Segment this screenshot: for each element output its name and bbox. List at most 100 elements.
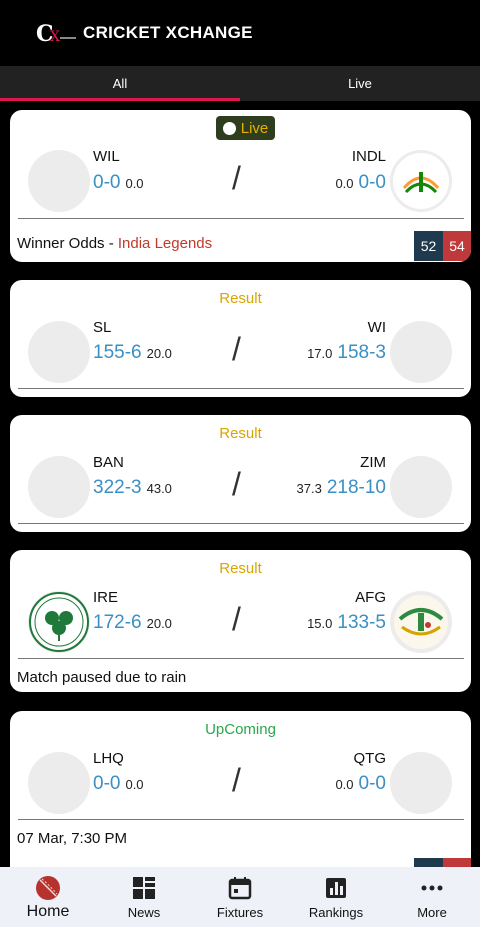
match-card[interactable]: Result SL WI 155-6 20.0 17.0 158-3 / xyxy=(10,280,471,397)
nav-fixtures[interactable]: Fixtures xyxy=(192,867,288,927)
nav-news[interactable]: News xyxy=(96,867,192,927)
bar-chart-icon xyxy=(324,875,348,901)
nav-rankings[interactable]: Rankings xyxy=(288,867,384,927)
team-right-overs: 0.0 xyxy=(335,176,354,191)
match-status: Result xyxy=(219,560,262,577)
nav-home[interactable]: Home xyxy=(0,867,96,927)
nav-more[interactable]: More xyxy=(384,867,480,927)
match-status: UpComing xyxy=(205,721,276,738)
team-logo-right xyxy=(390,150,452,212)
team-right-overs: 17.0 xyxy=(307,346,333,361)
tab-all[interactable]: All xyxy=(0,66,240,101)
live-dot-icon xyxy=(222,121,236,135)
tab-live[interactable]: Live xyxy=(240,66,480,101)
team-left-overs: 20.0 xyxy=(146,616,172,631)
card-divider xyxy=(18,523,464,524)
match-note: Match paused due to rain xyxy=(17,669,187,686)
team-logo-left xyxy=(28,456,90,518)
match-status: Result xyxy=(219,425,262,442)
team-right-score-row: 0.0 0-0 xyxy=(335,172,386,194)
app-root: C X CRICKET XCHANGE All Live Live WIL IN… xyxy=(0,0,480,927)
team-right-score-row: 17.0 158-3 xyxy=(307,342,386,364)
team-left-overs: 0.0 xyxy=(125,777,144,792)
team-left-score: 322-3 xyxy=(93,477,142,498)
team-logo-right xyxy=(390,456,452,518)
team-logo-right xyxy=(390,321,452,383)
team-left-score-row: 0-0 0.0 xyxy=(93,773,144,795)
vs-separator: / xyxy=(232,601,241,637)
team-left-score-row: 0-0 0.0 xyxy=(93,172,144,194)
team-right-name: AFG xyxy=(355,589,386,606)
card-divider xyxy=(18,218,464,219)
match-date: 07 Mar, 7:30 PM xyxy=(17,830,128,847)
team-logo-left xyxy=(28,591,90,653)
nav-more-label: More xyxy=(417,905,447,920)
app-title: CRICKET XCHANGE xyxy=(83,23,253,42)
vs-separator: / xyxy=(232,331,241,367)
odds-box: 52 54 xyxy=(414,231,471,261)
card-divider xyxy=(18,819,464,820)
live-badge: Live xyxy=(216,116,275,140)
team-right-name: WI xyxy=(367,319,386,336)
match-card[interactable]: Live WIL INDL 0-0 0.0 0.0 0-0 / Winner O… xyxy=(10,110,471,262)
news-grid-icon xyxy=(132,875,156,901)
favourite-team: India Legends xyxy=(117,235,213,252)
nav-news-label: News xyxy=(127,905,161,920)
match-filter-tabs: All Live xyxy=(0,66,480,101)
team-left-name: LHQ xyxy=(93,750,124,767)
team-left-overs: 43.0 xyxy=(146,481,172,496)
team-right-name: QTG xyxy=(353,750,387,767)
vs-separator: / xyxy=(232,762,241,798)
team-logo-left xyxy=(28,752,90,814)
app-header: C X CRICKET XCHANGE xyxy=(0,0,480,66)
odds-lay-value[interactable]: 54 xyxy=(443,231,471,261)
card-divider xyxy=(18,658,464,659)
team-right-overs: 0.0 xyxy=(335,777,354,792)
team-right-score: 133-5 xyxy=(337,612,386,633)
winner-odds-text: Winner Odds - India Legends xyxy=(17,235,212,252)
team-left-score: 0-0 xyxy=(93,172,121,193)
afghanistan-cricket-logo-icon xyxy=(394,595,448,649)
team-right-score-row: 0.0 0-0 xyxy=(335,773,386,795)
team-right-score: 0-0 xyxy=(358,773,386,794)
bottom-navigation: Home News Fixtures Rankings More xyxy=(0,867,480,927)
card-divider xyxy=(18,388,464,389)
team-logo-left xyxy=(28,321,90,383)
team-left-name: SL xyxy=(93,319,112,336)
match-status: Result xyxy=(219,290,262,307)
team-left-score: 155-6 xyxy=(93,342,142,363)
team-right-name: INDL xyxy=(351,148,386,165)
team-left-name: BAN xyxy=(93,454,124,471)
team-right-overs: 37.3 xyxy=(296,481,322,496)
team-right-score: 0-0 xyxy=(358,172,386,193)
match-card[interactable]: Result IRE AFG 172-6 20.0 15.0 133-5 / M… xyxy=(10,550,471,692)
cricket-ball-icon xyxy=(34,875,62,901)
team-right-score-row: 37.3 218-10 xyxy=(297,477,386,499)
team-logo-right xyxy=(390,591,452,653)
team-left-overs: 0.0 xyxy=(125,176,144,191)
team-left-score: 0-0 xyxy=(93,773,121,794)
team-left-name: IRE xyxy=(93,589,119,606)
app-logo-icon: C X xyxy=(36,21,76,46)
nav-rankings-label: Rankings xyxy=(308,905,364,920)
team-right-name: ZIM xyxy=(360,454,386,471)
team-logo-right xyxy=(390,752,452,814)
calendar-icon xyxy=(228,875,252,901)
team-right-score-row: 15.0 133-5 xyxy=(307,612,386,634)
team-logo-left xyxy=(28,150,90,212)
winner-odds-label: Winner Odds - xyxy=(17,235,114,252)
team-left-score: 172-6 xyxy=(93,612,142,633)
vs-separator: / xyxy=(232,466,241,502)
nav-home-label: Home xyxy=(26,903,70,920)
team-left-score-row: 155-6 20.0 xyxy=(93,342,172,364)
odds-back-value[interactable]: 52 xyxy=(414,231,443,261)
more-dots-icon xyxy=(420,875,444,901)
match-card[interactable]: UpComing LHQ QTG 0-0 0.0 0.0 0-0 / 07 Ma… xyxy=(10,711,471,891)
live-status: Live xyxy=(240,119,269,137)
team-left-score-row: 172-6 20.0 xyxy=(93,612,172,634)
team-left-overs: 20.0 xyxy=(146,346,172,361)
team-right-score: 158-3 xyxy=(337,342,386,363)
team-right-score: 218-10 xyxy=(326,477,386,498)
match-card[interactable]: Result BAN ZIM 322-3 43.0 37.3 218-10 / xyxy=(10,415,471,532)
india-legends-logo-icon xyxy=(393,153,449,209)
